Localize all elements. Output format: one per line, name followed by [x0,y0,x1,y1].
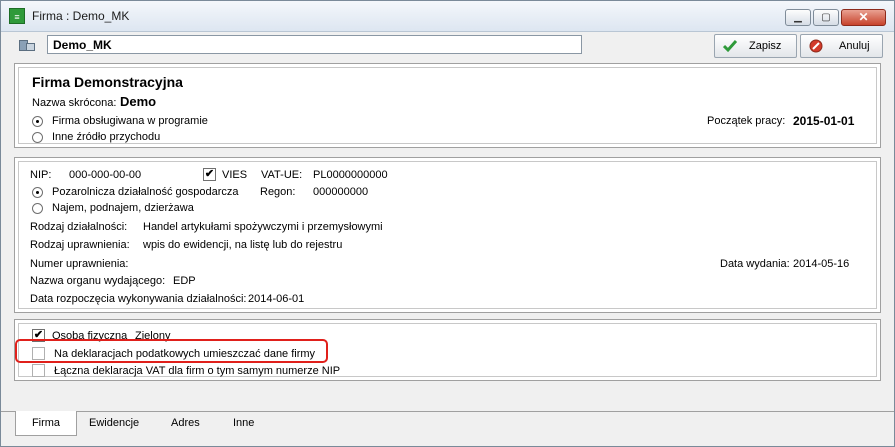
radio-business[interactable] [32,187,43,198]
checkmark-icon [723,40,737,53]
tab-firma[interactable]: Firma [15,411,77,436]
issue-date-value: 2014-05-16 [793,258,850,270]
minimize-button[interactable]: ▁ [785,9,811,26]
joint-vat-label[interactable]: Łączna deklaracja VAT dla firm o tym sam… [54,365,340,377]
radio-other-label[interactable]: Inne źródło przychodu [52,131,160,143]
firm-record-icon [19,38,35,52]
firm-window: ≡ Firma : Demo_MK ▁ ▢ ✕ Demo_MK Zapisz A… [0,0,895,447]
tab-adres[interactable]: Adres [171,411,211,434]
issue-date-label: Data wydania: [720,258,790,270]
authority-label: Nazwa organu wydającego: [30,275,166,287]
cancel-icon [809,39,823,53]
joint-vat-checkbox[interactable] [32,364,45,377]
permit-type-value: wpis do ewidencji, na listę lub do rejes… [143,239,343,251]
window-title: Firma : Demo_MK [32,9,130,23]
highlight-annotation [15,339,328,363]
radio-other-income[interactable] [32,132,43,143]
start-date-label: Początek pracy: [707,115,786,127]
permit-number-label: Numer uprawnienia: [30,258,129,270]
regon-label: Regon: [260,186,296,198]
app-icon: ≡ [9,8,25,24]
nip-label: NIP: [30,169,52,181]
activity-value: Handel artykułami spożywczymi i przemysł… [143,221,383,233]
authority-value: EDP [173,275,196,287]
tab-inne[interactable]: Inne [233,411,273,434]
vies-checkbox[interactable]: ✔ [203,168,216,181]
radio-serviced[interactable] [32,116,43,127]
short-name-label: Nazwa skrócona: [32,97,117,109]
tab-bar: Firma Ewidencje Adres Inne [1,411,894,446]
vatue-value: PL0000000000 [313,169,388,181]
maximize-button[interactable]: ▢ [813,9,839,26]
toolbar: Demo_MK Zapisz Anuluj [1,32,894,60]
vies-label: VIES [222,169,248,181]
firm-full-name: Firma Demonstracyjna [32,74,183,90]
regon-value: 000000000 [313,186,369,198]
radio-business-label[interactable]: Pozarolnicza działalność gospodarcza [52,186,239,198]
nip-value: 000-000-00-00 [69,169,142,181]
activity-start-label: Data rozpoczęcia wykonywania działalnośc… [30,293,247,305]
firm-panel: Firma Demonstracyjna Nazwa skrócona: Dem… [14,63,881,148]
tax-panel: NIP: 000-000-00-00 ✔ VIES VAT-UE: PL0000… [14,157,881,313]
radio-lease[interactable] [32,203,43,214]
firm-code-field[interactable]: Demo_MK [47,35,582,54]
title-bar: ≡ Firma : Demo_MK ▁ ▢ ✕ [1,1,894,32]
activity-label: Rodzaj działalności: [30,221,128,233]
activity-start-value: 2014-06-01 [248,293,305,305]
short-name-value: Demo [120,94,157,109]
vatue-label: VAT-UE: [261,169,303,181]
permit-type-label: Rodzaj uprawnienia: [30,239,130,251]
close-button[interactable]: ✕ [841,9,886,26]
cancel-button[interactable]: Anuluj [800,34,883,58]
radio-lease-label[interactable]: Najem, podnajem, dzierżawa [52,202,194,214]
tab-ewidencje[interactable]: Ewidencje [89,411,149,434]
save-button[interactable]: Zapisz [714,34,797,58]
start-date-value: 2015-01-01 [793,114,855,128]
radio-serviced-label[interactable]: Firma obsługiwana w programie [52,115,208,127]
